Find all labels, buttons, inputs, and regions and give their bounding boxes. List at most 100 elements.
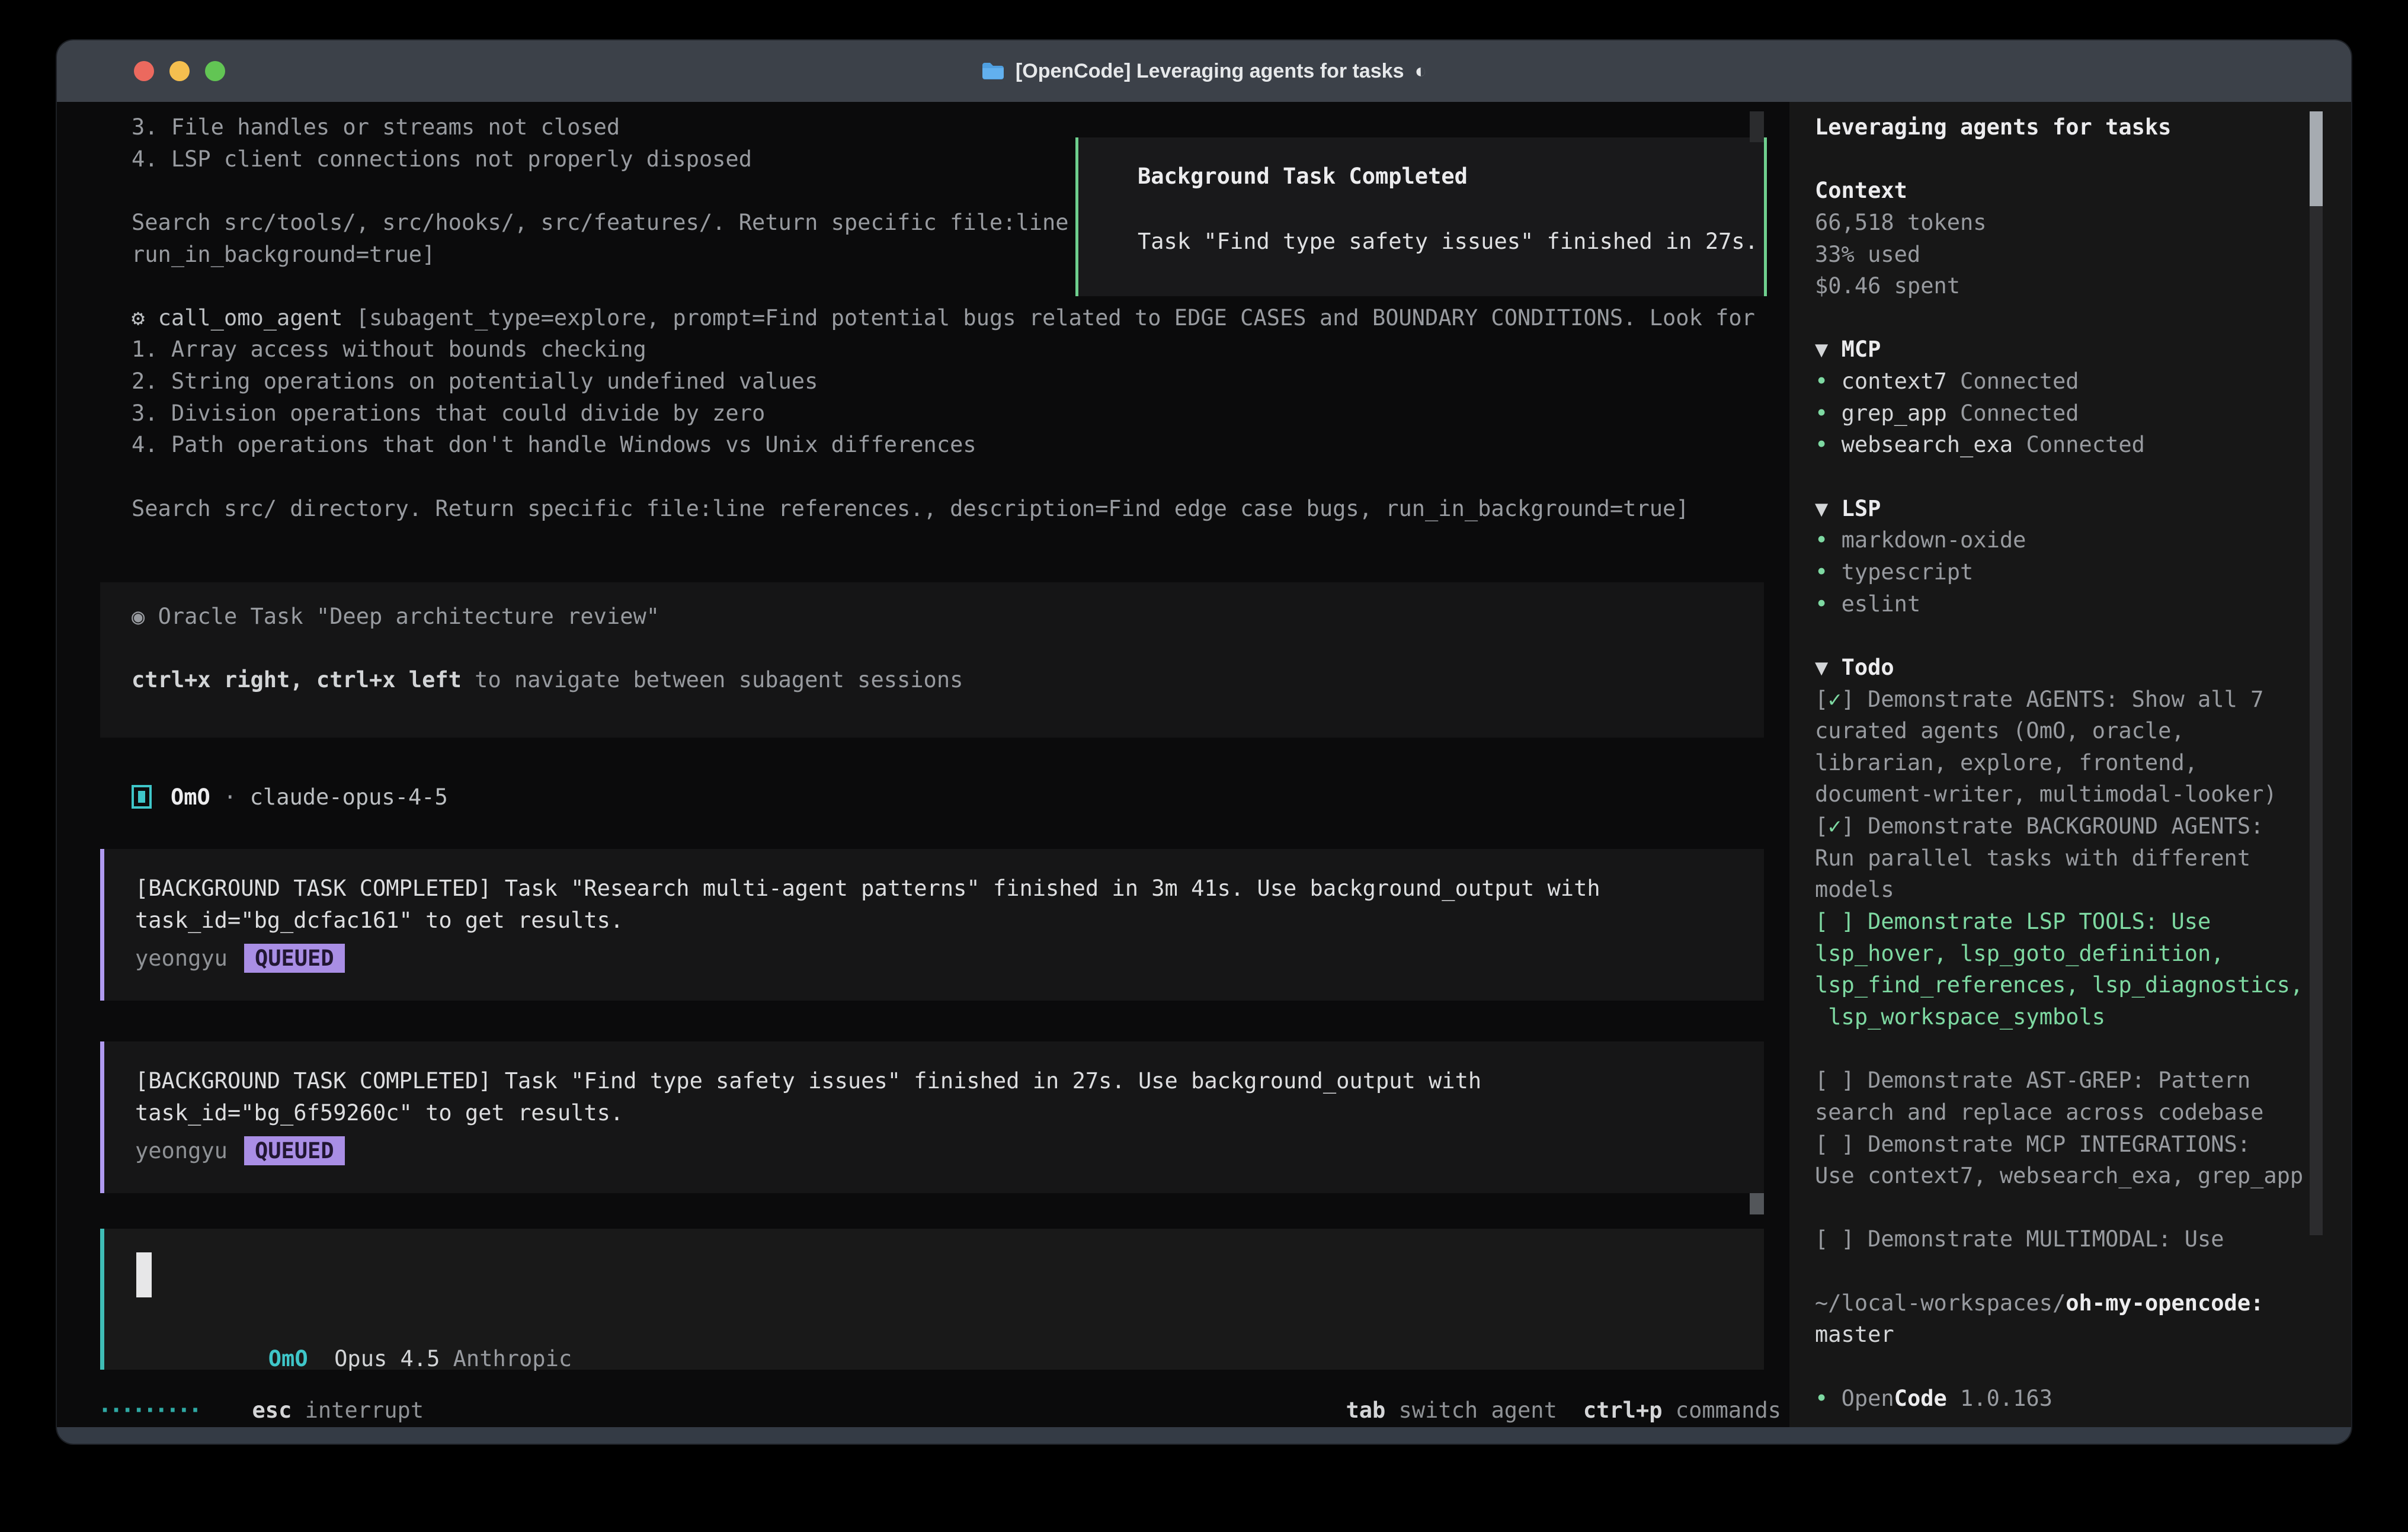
todo-item-done: [✓] Demonstrate AGENTS: Show all 7 bbox=[1815, 684, 2307, 716]
close-button[interactable] bbox=[134, 61, 154, 81]
text-segment: 4. LSP client connections not properly d… bbox=[132, 146, 752, 172]
context-spent: $0.46 spent bbox=[1815, 270, 2307, 302]
workspace-branch: master bbox=[1815, 1319, 2307, 1351]
agent-name: OmO bbox=[171, 784, 210, 810]
task-message-line: task_id="bg_6f59260c" to get results. bbox=[135, 1100, 623, 1126]
status-bar: ········· esc interrupt tab switch agent… bbox=[101, 1393, 1781, 1427]
todo-item-active: [ ] Demonstrate LSP TOOLS: Use bbox=[1815, 906, 2307, 938]
status-badge: QUEUED bbox=[244, 1136, 345, 1165]
terminal-line bbox=[1815, 143, 2307, 175]
input-agent-name: OmO bbox=[268, 1346, 308, 1371]
sidebar-scrollbar-track[interactable] bbox=[2310, 206, 2323, 1235]
task-message-line: [BACKGROUND TASK COMPLETED] Task "Find t… bbox=[135, 1068, 1481, 1094]
text-segment: Todo bbox=[1842, 655, 1894, 680]
text-segment: • bbox=[1815, 368, 1842, 394]
text-segment: websearch_exa bbox=[1842, 432, 2026, 457]
text-segment: models bbox=[1815, 877, 1894, 902]
session-sidebar: Leveraging agents for tasks Context 66,518… bbox=[1789, 102, 2351, 1427]
background-task-notification: Background Task Completed Task "Find typ… bbox=[1075, 137, 1767, 296]
main-scrollbar-thumb[interactable] bbox=[1750, 111, 1764, 142]
todo-item-done: models bbox=[1815, 874, 2307, 906]
text-segment: [ bbox=[1815, 813, 1828, 839]
task-message-line: task_id="bg_dcfac161" to get results. bbox=[135, 908, 623, 933]
text-segment: run_in_background=true] bbox=[132, 242, 435, 267]
context-tokens: 66,518 tokens bbox=[1815, 207, 2307, 239]
sidebar-title: Leveraging agents for tasks bbox=[1815, 111, 2307, 143]
text-cursor bbox=[136, 1252, 152, 1297]
todo-item-active: lsp_find_references, lsp_diagnostics, bbox=[1815, 969, 2307, 1001]
oracle-task-hint: ctrl+x right, ctrl+x left to navigate be… bbox=[132, 667, 963, 693]
terminal-line: ⚙ call_omo_agent [subagent_type=explore,… bbox=[132, 302, 1755, 334]
hint-interrupt: esc interrupt bbox=[252, 1398, 424, 1423]
text-segment: • bbox=[1815, 400, 1842, 426]
text-segment: Search src/ directory. Return specific f… bbox=[132, 496, 1689, 521]
text-segment: ✓ bbox=[1828, 813, 1841, 839]
task-user: yeongyu bbox=[135, 946, 228, 971]
terminal-line: 1. Array access without bounds checking bbox=[132, 334, 1755, 366]
input-provider-name: Anthropic bbox=[453, 1346, 572, 1371]
session-glyph: ◐ bbox=[1415, 60, 1427, 83]
text-segment: librarian, explore, frontend, bbox=[1815, 750, 2198, 775]
minimize-button[interactable] bbox=[169, 61, 190, 81]
lsp-item: • typescript bbox=[1815, 556, 2307, 588]
text-segment: ▼ bbox=[1815, 496, 1842, 521]
terminal-line bbox=[1815, 1033, 2307, 1065]
text-segment: [ ] Demonstrate LSP TOOLS: Use bbox=[1815, 909, 2211, 934]
text-segment: oh-my-opencode: bbox=[2066, 1290, 2263, 1316]
mcp-item: • grep_app Connected bbox=[1815, 398, 2307, 430]
window-title-text: [OpenCode] Leveraging agents for tasks bbox=[1016, 60, 1404, 83]
titlebar[interactable]: [OpenCode] Leveraging agents for tasks ◐ bbox=[57, 40, 2351, 102]
terminal-line bbox=[132, 461, 1755, 493]
mcp-item: • context7 Connected bbox=[1815, 366, 2307, 398]
text-segment: [ bbox=[1815, 687, 1828, 712]
prompt-input[interactable]: OmO Opus 4.5 Anthropic bbox=[100, 1229, 1764, 1370]
terminal-line: 4. Path operations that don't handle Win… bbox=[132, 429, 1755, 461]
terminal-line: 2. String operations on potentially unde… bbox=[132, 366, 1755, 398]
lsp-heading: ▼ LSP bbox=[1815, 493, 2307, 525]
text-segment: Leveraging agents for tasks bbox=[1815, 114, 2171, 140]
sidebar-scrollbar-thumb[interactable] bbox=[2310, 111, 2323, 206]
todo-item-pending: [ ] Demonstrate AST-GREP: Pattern bbox=[1815, 1065, 2307, 1097]
text-segment: ▼ bbox=[1815, 336, 1842, 362]
notification-body: Task "Find type safety issues" finished … bbox=[1138, 229, 1758, 254]
text-segment: typescript bbox=[1842, 559, 1974, 585]
text-segment: Context bbox=[1815, 178, 1907, 203]
todo-item-pending: search and replace across codebase bbox=[1815, 1097, 2307, 1129]
folder-icon bbox=[981, 62, 1005, 81]
text-segment: Connected bbox=[1960, 400, 2079, 426]
text-segment: [ ] Demonstrate MCP INTEGRATIONS: bbox=[1815, 1132, 2250, 1157]
background-task-message: [BACKGROUND TASK COMPLETED] Task "Resear… bbox=[100, 849, 1764, 1001]
agent-checkbox-icon bbox=[132, 785, 152, 809]
terminal-line bbox=[1815, 461, 2307, 493]
text-segment: [ ] Demonstrate MULTIMODAL: Use bbox=[1815, 1226, 2224, 1252]
text-segment: [subagent_type=explore, prompt=Find pote… bbox=[356, 305, 1755, 331]
text-segment: Open bbox=[1842, 1386, 1894, 1411]
terminal-line: 3. Division operations that could divide… bbox=[132, 398, 1755, 430]
text-segment: $0.46 spent bbox=[1815, 273, 1960, 299]
workspace-path: ~/local-workspaces/oh-my-opencode: bbox=[1815, 1287, 2307, 1319]
text-segment: ▼ bbox=[1815, 655, 1842, 680]
todo-item-pending: [ ] Demonstrate MCP INTEGRATIONS: bbox=[1815, 1129, 2307, 1161]
text-segment: • bbox=[1815, 432, 1842, 457]
terminal-line bbox=[1815, 1351, 2307, 1383]
text-segment: ✓ bbox=[1828, 687, 1841, 712]
sidebar-content: Leveraging agents for tasks Context 66,518… bbox=[1815, 111, 2307, 1414]
todo-item-active: lsp_workspace_symbols bbox=[1815, 1001, 2307, 1033]
todo-item-active: lsp_hover, lsp_goto_definition, bbox=[1815, 938, 2307, 970]
notification-title: Background Task Completed bbox=[1138, 164, 1468, 189]
text-segment: Search src/tools/, src/hooks/, src/featu… bbox=[132, 210, 1069, 235]
context-used: 33% used bbox=[1815, 239, 2307, 271]
text-segment: Demonstrate BACKGROUND AGENTS: bbox=[1868, 813, 2263, 839]
text-segment: 1.0.163 bbox=[1947, 1386, 2052, 1411]
text-segment: lsp_find_references, lsp_diagnostics, bbox=[1815, 972, 2303, 998]
text-segment: Code bbox=[1894, 1386, 1947, 1411]
window-bottom-frame bbox=[57, 1427, 2351, 1444]
agent-session-header[interactable]: OmO · claude-opus-4-5 bbox=[132, 781, 448, 813]
text-segment: search and replace across codebase bbox=[1815, 1100, 2263, 1125]
text-segment: 2. String operations on potentially unde… bbox=[132, 368, 818, 394]
text-segment: Connected bbox=[1960, 368, 2079, 394]
content-area: 3. File handles or streams not closed4. … bbox=[57, 102, 2351, 1427]
todo-item-done: document-writer, multimodal-looker) bbox=[1815, 778, 2307, 810]
terminal-line: Search src/ directory. Return specific f… bbox=[132, 493, 1755, 525]
zoom-button[interactable] bbox=[205, 61, 225, 81]
